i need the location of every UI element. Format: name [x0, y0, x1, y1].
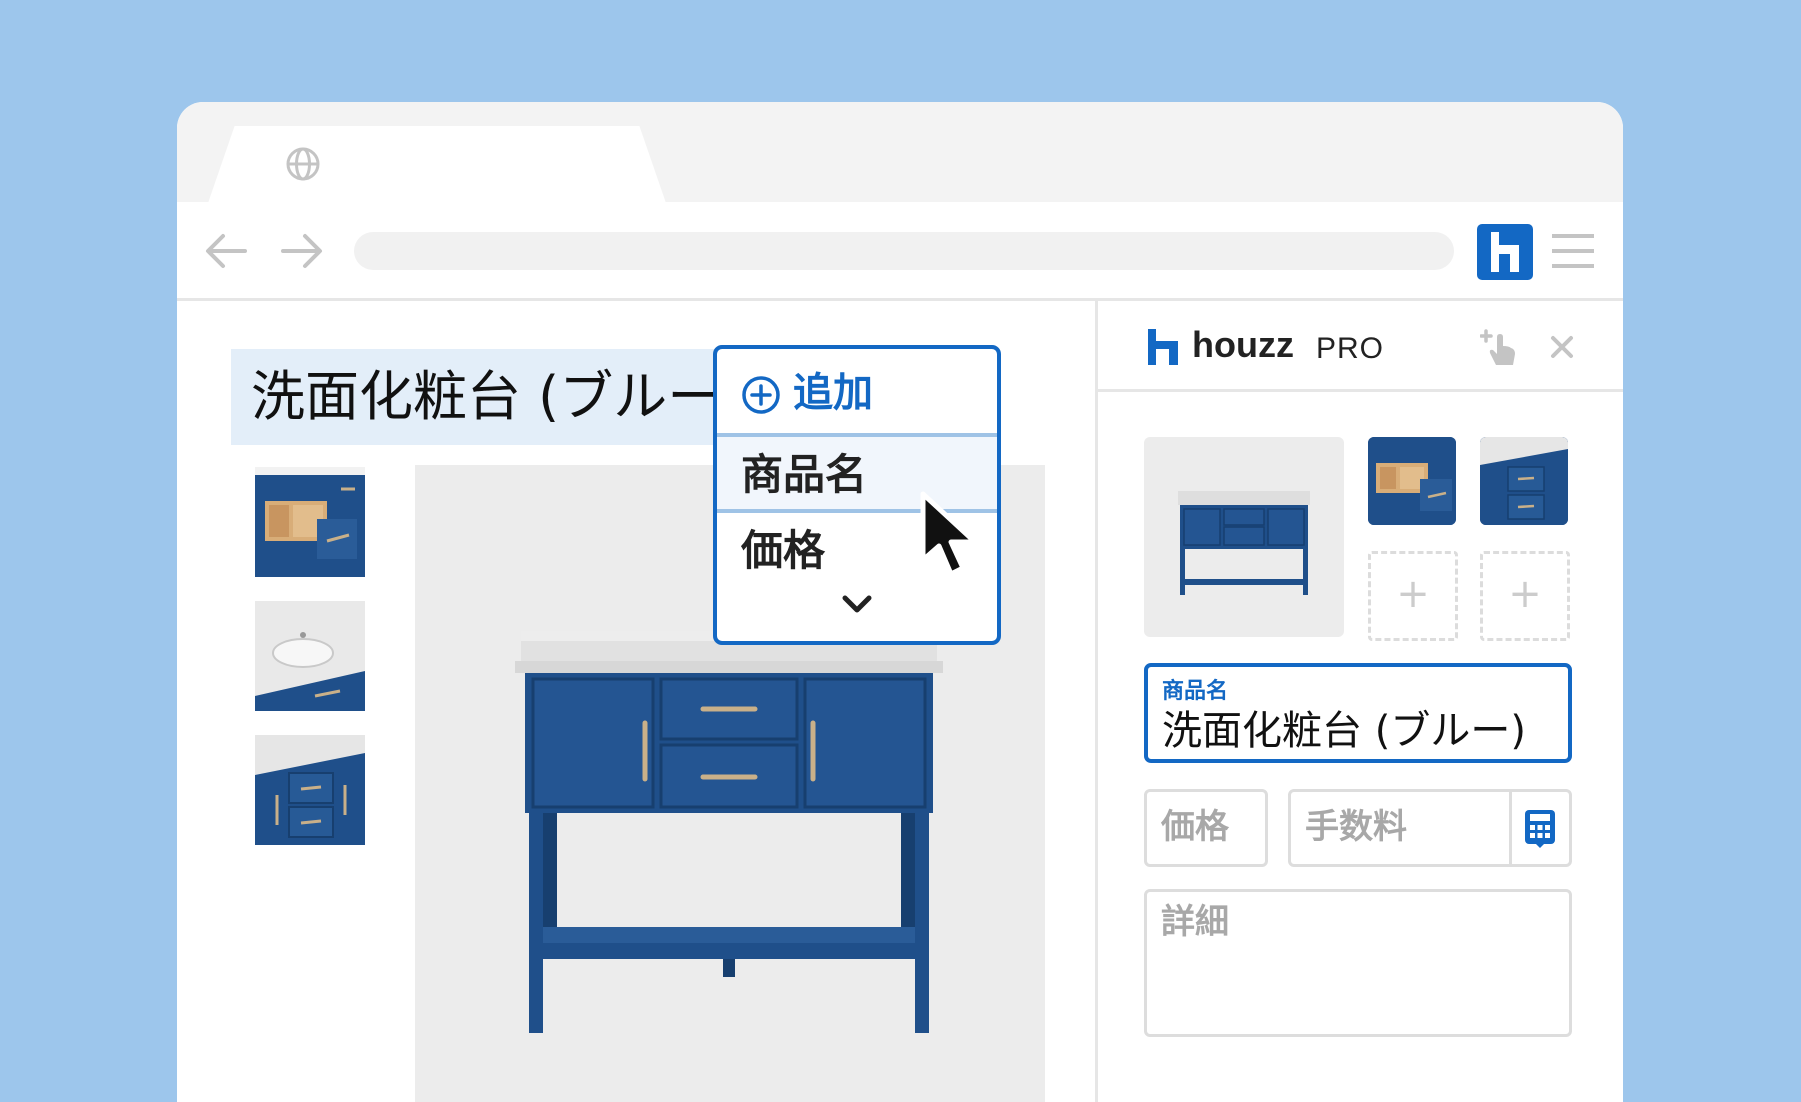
- houzz-logo-icon: [1148, 329, 1178, 365]
- product-title[interactable]: 洗面化粧台 (ブルー): [231, 349, 791, 445]
- plus-icon: +: [1508, 571, 1542, 617]
- product-thumbnail-sink[interactable]: [255, 601, 365, 711]
- product-name-field[interactable]: 商品名 洗面化粧台 (ブルー): [1144, 663, 1572, 763]
- houzz-wordmark: houzz: [1192, 324, 1294, 365]
- calculator-icon[interactable]: [1525, 810, 1555, 848]
- mouse-cursor-icon: [920, 491, 978, 577]
- tab-strip: [177, 102, 1623, 206]
- browser-tab[interactable]: [207, 126, 667, 206]
- add-image-slot[interactable]: +: [1480, 551, 1570, 641]
- address-bar[interactable]: [354, 232, 1454, 270]
- panel-main-image[interactable]: [1144, 437, 1344, 637]
- plus-circle-icon: [742, 376, 780, 414]
- divider: [1509, 792, 1512, 864]
- panel-header: houzz PRO: [1098, 301, 1623, 392]
- panel-thumbnail-drawer[interactable]: [1368, 437, 1456, 525]
- panel-thumbnail-front[interactable]: [1480, 437, 1568, 525]
- chevron-down-icon[interactable]: [841, 593, 873, 615]
- popup-add-header[interactable]: 追加: [717, 349, 997, 437]
- browser-toolbar: [177, 202, 1623, 301]
- product-name-label: 商品名: [1162, 679, 1229, 704]
- houzz-extension-button[interactable]: [1477, 224, 1533, 280]
- detail-input[interactable]: 詳細: [1144, 889, 1572, 1037]
- product-thumbnail-drawer[interactable]: [255, 467, 365, 577]
- close-icon[interactable]: [1548, 333, 1576, 361]
- hamburger-menu-icon[interactable]: [1550, 228, 1596, 274]
- arrow-left-icon[interactable]: [201, 226, 251, 276]
- price-input[interactable]: 価格: [1144, 789, 1268, 867]
- product-thumbnail-front[interactable]: [255, 735, 365, 845]
- hand-pointer-plus-icon[interactable]: [1480, 327, 1520, 367]
- add-image-slot[interactable]: +: [1368, 551, 1458, 641]
- globe-icon: [286, 147, 320, 181]
- houzz-logo-icon: [1491, 232, 1519, 272]
- fee-input[interactable]: 手数料: [1288, 789, 1572, 867]
- pro-label: PRO: [1316, 332, 1385, 365]
- popup-add-label: 追加: [793, 370, 873, 416]
- plus-icon: +: [1396, 571, 1430, 617]
- product-name-value: 洗面化粧台 (ブルー): [1162, 708, 1526, 754]
- arrow-right-icon[interactable]: [277, 226, 327, 276]
- houzz-pro-panel: houzz PRO + + 商品名 洗面化粧台 (ブルー) 価格 手数料 詳細: [1095, 301, 1623, 1102]
- fee-placeholder: 手数料: [1305, 807, 1407, 847]
